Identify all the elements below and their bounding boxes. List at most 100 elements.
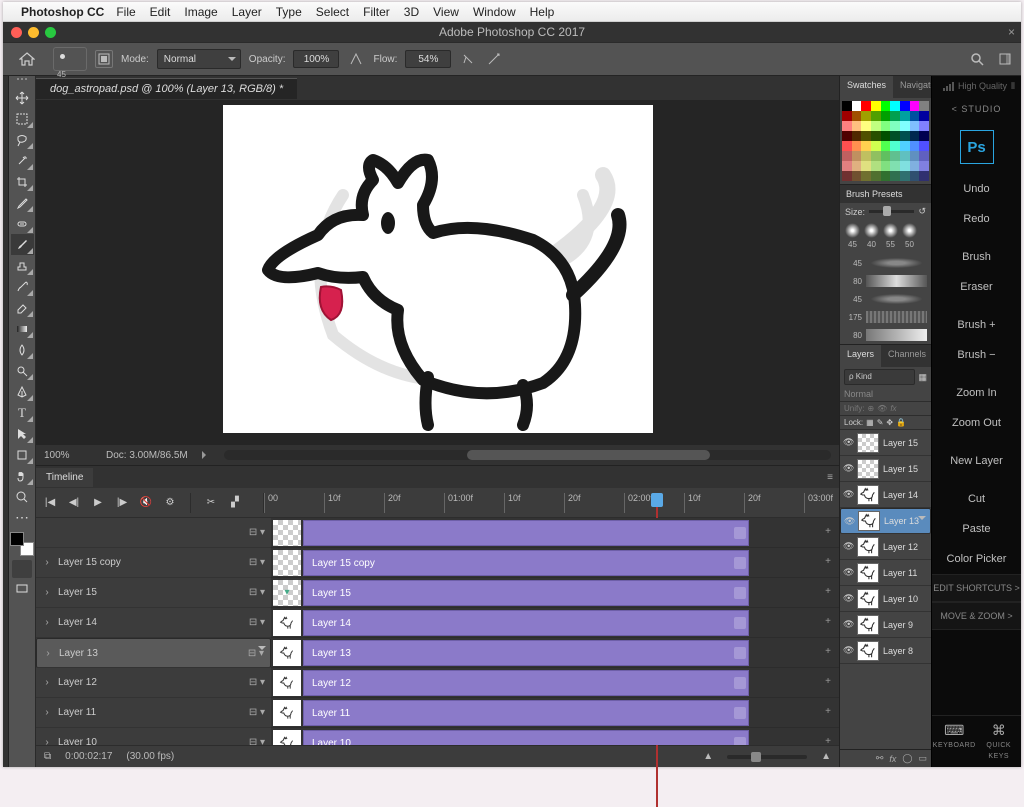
canvas-area[interactable] — [36, 100, 839, 445]
timeline-layer-row[interactable]: ›Layer 13⊟ ▾ — [36, 638, 271, 668]
swatch[interactable] — [900, 101, 910, 111]
swatch[interactable] — [900, 171, 910, 181]
chevron-right-icon[interactable]: › — [42, 737, 52, 745]
timeline-zoom-slider[interactable] — [727, 755, 807, 759]
swatch[interactable] — [910, 111, 920, 121]
clip-handle-icon[interactable] — [734, 737, 746, 745]
add-keyframe-icon[interactable]: + — [825, 646, 831, 657]
dodge-tool-icon[interactable] — [11, 360, 34, 381]
track-options-icon[interactable]: ⊟ ▾ — [249, 737, 265, 745]
brush-tool-icon[interactable] — [11, 234, 34, 255]
brush-panel-toggle-icon[interactable] — [95, 50, 113, 68]
swatch[interactable] — [910, 151, 920, 161]
panel-close-icon[interactable]: × — [1008, 25, 1015, 39]
layer-row[interactable]: 👁Layer 15 — [840, 456, 931, 482]
swatch[interactable] — [890, 151, 900, 161]
track-options-icon[interactable]: ⊟ ▾ — [249, 677, 265, 688]
layer-filter-kind[interactable]: ρ Kind — [844, 369, 915, 385]
visibility-icon[interactable]: 👁 — [843, 567, 853, 578]
stamp-tool-icon[interactable] — [11, 255, 34, 276]
healing-tool-icon[interactable] — [11, 213, 34, 234]
zoom-out-icon[interactable]: ▲ — [703, 751, 713, 762]
brush-preset[interactable]: 55 — [883, 223, 898, 249]
layer-row[interactable]: 👁Layer 8 — [840, 638, 931, 664]
swatch[interactable] — [881, 171, 891, 181]
brush-size-slider[interactable] — [869, 210, 914, 213]
canvas[interactable] — [223, 105, 653, 433]
layer-row[interactable]: 👁Layer 9 — [840, 612, 931, 638]
doc-info[interactable]: Doc: 3.00M/86.5M — [106, 450, 188, 461]
swatch[interactable] — [842, 101, 852, 111]
swatch[interactable] — [871, 151, 881, 161]
swatch[interactable] — [871, 161, 881, 171]
swatch[interactable] — [861, 161, 871, 171]
add-keyframe-icon[interactable]: + — [825, 526, 831, 537]
swatch[interactable] — [881, 111, 891, 121]
next-frame-icon[interactable]: |▶ — [114, 495, 130, 511]
flow-value[interactable]: 54% — [405, 50, 451, 68]
workspace-icon[interactable] — [995, 49, 1015, 69]
airbrush-icon[interactable] — [459, 50, 477, 68]
unify-pos-icon[interactable]: ⊕ — [867, 404, 874, 413]
swatch[interactable] — [919, 121, 929, 131]
astropad-new-layer-button[interactable]: New Layer — [932, 446, 1021, 476]
clip-handle-icon[interactable] — [734, 707, 746, 719]
zoom-in-icon[interactable]: ▲ — [821, 751, 831, 762]
swatch[interactable] — [852, 151, 862, 161]
timeline-menu-icon[interactable]: ≡ — [827, 472, 833, 483]
brush-preset[interactable]: 40 — [864, 223, 879, 249]
lock-all-icon[interactable]: 🔒 — [896, 418, 906, 427]
edit-toolbar-icon[interactable]: ⋯ — [11, 507, 34, 528]
swatch[interactable] — [852, 141, 862, 151]
layer-mask-icon[interactable]: ◯ — [902, 753, 912, 764]
split-clip-icon[interactable]: ✂ — [203, 495, 219, 511]
swatch[interactable] — [861, 111, 871, 121]
swatch[interactable] — [910, 131, 920, 141]
swatch[interactable] — [852, 131, 862, 141]
menu-type[interactable]: Type — [276, 5, 302, 19]
clip-handle-icon[interactable] — [734, 557, 746, 569]
swatch[interactable] — [861, 131, 871, 141]
swatch[interactable] — [900, 131, 910, 141]
chevron-right-icon[interactable]: › — [42, 587, 52, 598]
swatch[interactable] — [852, 171, 862, 181]
link-layers-icon[interactable]: ⚯ — [876, 753, 884, 764]
history-brush-tool-icon[interactable] — [11, 276, 34, 297]
visibility-icon[interactable]: 👁 — [843, 437, 853, 448]
swatch[interactable] — [890, 141, 900, 151]
swatch[interactable] — [881, 101, 891, 111]
layer-row[interactable]: 👁Layer 12 — [840, 534, 931, 560]
swatch[interactable] — [871, 101, 881, 111]
swatches-tab[interactable]: Swatches — [840, 76, 893, 98]
layer-row[interactable]: 👁Layer 15 — [840, 430, 931, 456]
timeline-settings-icon[interactable]: ⚙ — [162, 495, 178, 511]
astropad-zoom-in-button[interactable]: Zoom In — [932, 378, 1021, 408]
swatch[interactable] — [919, 151, 929, 161]
timeline-clip[interactable]: Layer 15 copy — [303, 550, 749, 576]
onion-skin-icon[interactable]: ⧉ — [44, 751, 51, 762]
lock-paint-icon[interactable]: ✎ — [877, 418, 884, 427]
astropad-zoom-out-button[interactable]: Zoom Out — [932, 408, 1021, 438]
lock-pos-icon[interactable]: ✥ — [886, 418, 893, 427]
swatch[interactable] — [900, 151, 910, 161]
swatch[interactable] — [842, 131, 852, 141]
timeline-clip[interactable]: Layer 12 — [303, 670, 749, 696]
eraser-tool-icon[interactable] — [11, 297, 34, 318]
timeline-clip[interactable]: Layer 14 — [303, 610, 749, 636]
swatch[interactable] — [919, 131, 929, 141]
astropad-brand[interactable]: < STUDIO — [932, 96, 1021, 122]
first-frame-icon[interactable]: |◀ — [42, 495, 58, 511]
timeline-track[interactable]: Layer 10+ — [271, 728, 839, 745]
chevron-right-icon[interactable]: › — [42, 617, 52, 628]
app-name[interactable]: Photoshop CC — [21, 5, 104, 19]
zoom-level[interactable]: 100% — [44, 450, 92, 461]
brush-stroke-preview[interactable]: 80 — [844, 326, 927, 344]
menu-3d[interactable]: 3D — [404, 5, 419, 19]
swatch[interactable] — [919, 111, 929, 121]
search-icon[interactable] — [967, 49, 987, 69]
shape-tool-icon[interactable] — [11, 444, 34, 465]
astropad-menu-icon[interactable]: ⦀ — [1011, 81, 1015, 92]
brush-preset[interactable]: 45 — [845, 223, 860, 249]
edit-shortcuts-section[interactable]: EDIT SHORTCUTS > — [932, 574, 1021, 602]
timeline-track[interactable]: Layer 14+ — [271, 608, 839, 638]
